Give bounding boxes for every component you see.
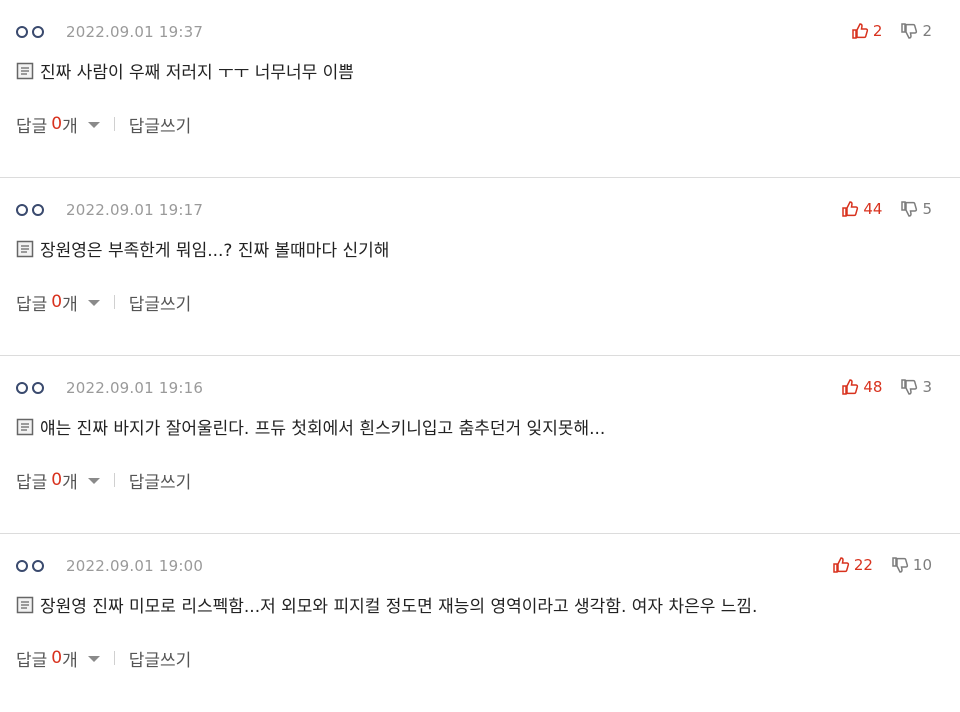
write-reply-button[interactable]: 답글쓰기 [129,112,192,137]
reply-count: 0 [51,292,63,312]
reply-toggle[interactable]: 답글 0 개 [16,112,100,137]
reply-unit: 개 [62,472,78,493]
divider [113,117,115,131]
comment-timestamp: 2022.09.01 19:16 [66,379,204,397]
dislike-count: 10 [912,556,932,574]
reply-count: 0 [51,114,63,134]
comment-list: 2022.09.01 19:37 2 2 진짜 사람이 우째 저러지 ㅜㅜ 너무… [0,0,960,712]
comment-timestamp: 2022.09.01 19:37 [66,23,204,41]
document-icon [16,418,34,435]
dislike-button[interactable]: 10 [891,556,932,574]
document-icon [16,62,34,79]
thumbs-up-icon [852,23,869,39]
comment-timestamp: 2022.09.01 19:17 [66,201,204,219]
like-count: 48 [863,378,883,396]
write-reply-button[interactable]: 답글쓰기 [129,468,192,493]
chevron-down-icon [87,656,100,662]
reply-label: 답글 [16,294,48,315]
dislike-button[interactable]: 5 [900,200,932,218]
thumbs-up-icon [833,557,849,573]
like-button[interactable]: 2 [851,22,883,40]
document-icon [16,596,34,613]
reply-count: 0 [51,648,63,668]
thumbs-up-icon [842,379,859,395]
like-count: 22 [853,556,873,574]
reply-label: 답글 [16,650,48,671]
comment-timestamp: 2022.09.01 19:00 [66,557,204,575]
dislike-count: 3 [922,378,932,396]
reply-unit: 개 [62,650,78,671]
reply-label: 답글 [16,116,48,137]
divider [113,473,115,487]
reply-label: 답글 [16,472,48,493]
write-reply-button[interactable]: 답글쓰기 [129,290,192,315]
like-button[interactable]: 22 [832,556,873,574]
comment-item: 2022.09.01 19:37 2 2 진짜 사람이 우째 저러지 ㅜㅜ 너무… [0,0,960,178]
reply-unit: 개 [62,116,78,137]
comment-text: 얘는 진짜 바지가 잘어울린다. 프듀 첫회에서 흰스키니입고 춤추던거 잊지못… [40,419,606,439]
chevron-down-icon [87,300,100,306]
reply-unit: 개 [62,294,78,315]
dislike-button[interactable]: 3 [900,378,932,396]
comment-text: 장원영 진짜 미모로 리스펙함...저 외모와 피지컬 정도면 재능의 영역이라… [40,597,758,617]
comment-item: 2022.09.01 19:16 48 3 얘는 진짜 바지가 잘어울린다. 프… [0,356,960,534]
double-ring-icon [16,382,44,394]
thumbs-down-icon [901,201,918,217]
dislike-count: 5 [922,200,932,218]
comment-text: 장원영은 부족한게 뭐임...? 진짜 볼때마다 신기해 [40,241,390,261]
chevron-down-icon [87,122,100,128]
comment-item: 2022.09.01 19:00 22 10 장원영 진짜 미모로 리스펙함..… [0,534,960,712]
divider [113,651,115,665]
thumbs-up-icon [842,201,859,217]
comment-item: 2022.09.01 19:17 44 5 장원영은 부족한게 뭐임...? 진… [0,178,960,356]
double-ring-icon [16,204,44,216]
write-reply-button[interactable]: 답글쓰기 [129,646,192,671]
thumbs-down-icon [901,379,918,395]
chevron-down-icon [87,478,100,484]
like-button[interactable]: 44 [841,200,882,218]
like-button[interactable]: 48 [841,378,882,396]
comment-text: 진짜 사람이 우째 저러지 ㅜㅜ 너무너무 이쁨 [40,63,354,83]
document-icon [16,240,34,257]
like-count: 44 [863,200,883,218]
dislike-button[interactable]: 2 [900,22,932,40]
reply-toggle[interactable]: 답글 0 개 [16,646,100,671]
dislike-count: 2 [922,22,932,40]
reply-count: 0 [51,470,63,490]
reply-toggle[interactable]: 답글 0 개 [16,468,100,493]
reply-toggle[interactable]: 답글 0 개 [16,290,100,315]
divider [113,295,115,309]
double-ring-icon [16,26,44,38]
like-count: 2 [872,22,883,40]
thumbs-down-icon [901,23,918,39]
double-ring-icon [16,560,44,572]
thumbs-down-icon [892,557,909,573]
